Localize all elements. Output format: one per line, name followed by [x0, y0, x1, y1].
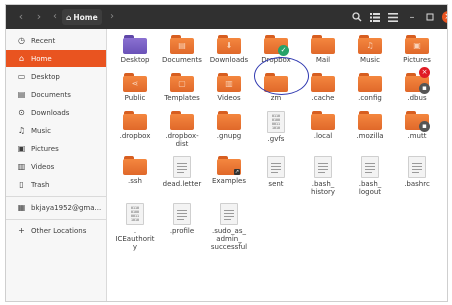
file-label: .sudo_as_ admin_ successful	[210, 227, 248, 251]
documents-icon: ▤	[17, 90, 26, 99]
trash-icon: ▯	[19, 180, 24, 189]
sidebar-item-other-locations[interactable]: + Other Locations	[6, 222, 106, 239]
film-icon: ▥	[17, 162, 26, 171]
download-icon: ⊙	[18, 108, 25, 117]
sidebar-item-label: Recent	[31, 36, 56, 45]
sidebar-item-label: Other Locations	[31, 226, 87, 235]
sidebar-item-label: Documents	[31, 90, 71, 99]
search-icon[interactable]	[350, 10, 364, 24]
music-icon: ♫	[17, 126, 26, 135]
lock-icon: ▪	[419, 121, 430, 132]
folder-icon	[311, 35, 335, 54]
binary-file-icon: 0110 0100 0011 1010	[267, 111, 285, 133]
back-button[interactable]: ‹	[14, 10, 28, 24]
folder-icon	[311, 73, 335, 92]
sidebar-divider	[6, 219, 106, 220]
sidebar-item-label: Desktop	[31, 72, 60, 81]
sidebar-item-label: Videos	[31, 162, 55, 171]
folder-icon	[358, 111, 382, 130]
breadcrumb-next-arrow[interactable]: ›	[110, 10, 118, 24]
folder-icon: × ▪	[405, 67, 430, 94]
sidebar-item-desktop[interactable]: ▭ Desktop	[6, 68, 106, 85]
sidebar-item-downloads[interactable]: ⊙ Downloads	[6, 104, 106, 121]
sidebar-item-label: Downloads	[31, 108, 70, 117]
folder-icon	[217, 111, 241, 130]
drive-icon: ▦	[17, 203, 26, 212]
sidebar-item-trash[interactable]: ▯ Trash	[6, 176, 106, 193]
sidebar-item-label: Music	[31, 126, 51, 135]
sidebar-item-label: Home	[31, 54, 52, 63]
text-file-icon	[267, 156, 285, 178]
dropbox-folder-icon: ✓	[264, 35, 289, 56]
clock-icon: ◷	[18, 36, 25, 45]
sidebar-item-videos[interactable]: ▥ Videos	[6, 158, 106, 175]
music-folder-icon: ♫	[358, 35, 382, 54]
synced-check-icon: ✓	[278, 45, 289, 56]
symlink-arrow-icon: ↗	[234, 169, 240, 175]
unreadable-x-icon: ×	[419, 67, 430, 78]
sidebar-item-recent[interactable]: ◷ Recent	[6, 32, 106, 49]
breadcrumb-home[interactable]: ⌂ Home	[62, 9, 102, 25]
folder-icon	[170, 111, 194, 130]
file-item-mutt[interactable]: ▪ .mutt	[389, 111, 445, 140]
text-file-icon	[408, 156, 426, 178]
text-file-icon	[361, 156, 379, 178]
file-label: .bashrc	[404, 180, 430, 188]
list-view-icon[interactable]	[368, 10, 382, 24]
lock-icon: ▪	[419, 83, 430, 94]
file-item-pictures[interactable]: ▣ Pictures	[389, 35, 445, 64]
file-item-dbus[interactable]: × ▪ .dbus	[389, 67, 445, 102]
file-item-bashrc[interactable]: .bashrc	[389, 156, 445, 188]
sidebar-item-pictures[interactable]: ▣ Pictures	[6, 140, 106, 157]
folder-icon: ↗	[217, 156, 241, 175]
sidebar: ◷ Recent ⌂ Home ▭ Desktop ▤ Documents ⊙ …	[6, 29, 107, 301]
folder-icon	[123, 156, 147, 175]
file-label: Pictures	[403, 56, 431, 64]
forward-button[interactable]: ›	[32, 10, 46, 24]
maximize-icon[interactable]	[423, 10, 437, 24]
text-file-icon	[173, 203, 191, 225]
annotation-circle	[254, 57, 309, 95]
binary-file-icon: 0110 0100 0011 1010	[126, 203, 144, 225]
sidebar-item-documents[interactable]: ▤ Documents	[6, 86, 106, 103]
public-folder-icon: ⋖	[123, 73, 147, 92]
sidebar-item-label: bkjaya1952@gma...	[31, 203, 102, 212]
menu-icon[interactable]	[386, 10, 400, 24]
templates-folder-icon: ▢	[170, 73, 194, 92]
file-label: .mutt	[407, 132, 427, 140]
sidebar-item-label: Pictures	[31, 144, 59, 153]
file-manager-window: ‹ › ‹ ⌂ Home › – × ◷ Recent ⌂ Home	[5, 4, 448, 302]
folder-icon	[358, 73, 382, 92]
header-bar: ‹ › ‹ ⌂ Home › – ×	[6, 5, 447, 29]
downloads-folder-icon: ⬇	[217, 35, 241, 54]
breadcrumb-label: Home	[73, 12, 98, 22]
folder-icon: ▪	[405, 111, 430, 132]
desktop-icon: ▭	[17, 72, 26, 81]
sidebar-item-account[interactable]: ▦ bkjaya1952@gma...	[6, 199, 106, 216]
sidebar-item-home[interactable]: ⌂ Home	[6, 50, 106, 67]
home-icon: ⌂	[18, 54, 25, 63]
file-item-sudo-as-admin-successful[interactable]: .sudo_as_ admin_ successful	[201, 203, 257, 251]
pictures-folder-icon: ▣	[405, 35, 429, 54]
sidebar-item-music[interactable]: ♫ Music	[6, 122, 106, 139]
desktop-folder-icon	[123, 35, 147, 54]
folder-icon	[311, 111, 335, 130]
text-file-icon	[220, 203, 238, 225]
camera-icon: ▣	[17, 144, 26, 153]
close-icon[interactable]: ×	[442, 11, 447, 23]
text-file-icon	[173, 156, 191, 178]
breadcrumb-prev-arrow[interactable]: ‹	[53, 10, 61, 24]
plus-icon: +	[18, 226, 25, 235]
file-label: .dbus	[407, 94, 427, 102]
minimize-icon[interactable]: –	[405, 10, 419, 24]
text-file-icon	[314, 156, 332, 178]
videos-folder-icon: ▥	[217, 73, 241, 92]
documents-folder-icon: ▤	[170, 35, 194, 54]
sidebar-divider	[6, 196, 106, 197]
sidebar-item-label: Trash	[31, 180, 50, 189]
home-icon: ⌂	[66, 12, 72, 22]
folder-icon	[123, 111, 147, 130]
file-grid: Desktop ▤ Documents ⬇ Downloads ✓ Dropbo…	[107, 29, 447, 301]
